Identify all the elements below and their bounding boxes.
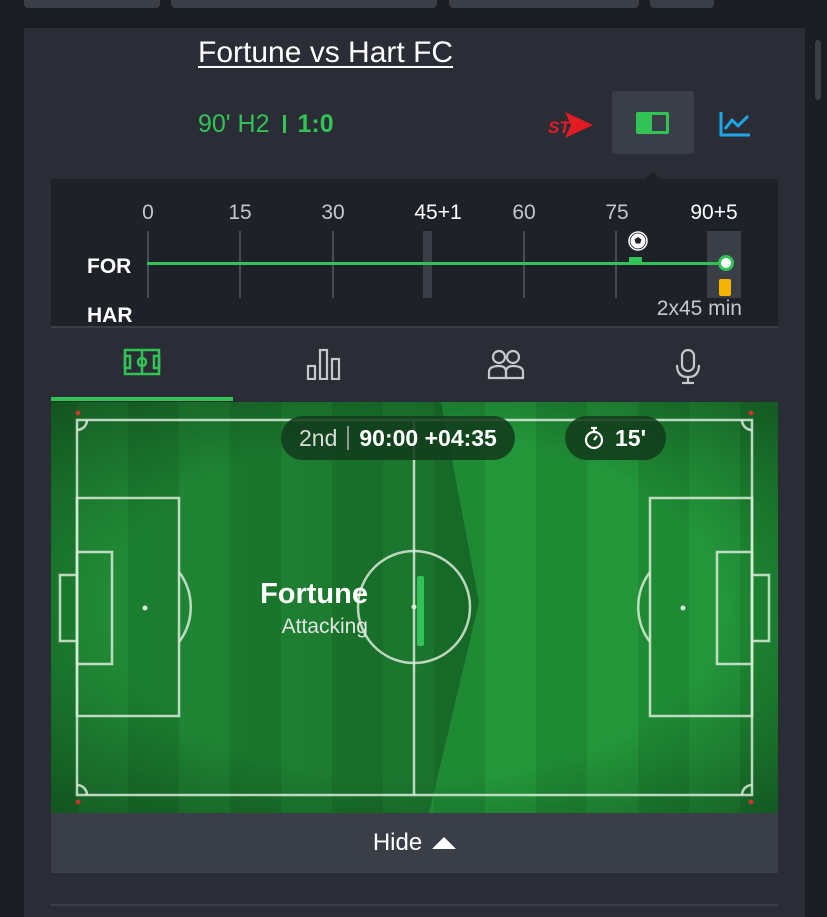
field-view-button[interactable] bbox=[612, 91, 694, 154]
top-tab-3[interactable] bbox=[449, 0, 639, 8]
added-time: 15' bbox=[615, 424, 647, 451]
tick-75: 75 bbox=[605, 201, 629, 224]
attack-status: Attacking bbox=[281, 615, 368, 638]
tab-commentary[interactable] bbox=[597, 328, 779, 401]
top-tab-4[interactable] bbox=[650, 0, 714, 8]
chevron-up-icon bbox=[432, 837, 457, 849]
line-chart-icon[interactable] bbox=[718, 110, 752, 138]
tick-90: 90+5 bbox=[690, 201, 738, 224]
match-duration: 2x45 min bbox=[656, 297, 742, 320]
attacking-team: Fortune bbox=[260, 578, 368, 610]
tab-pitch[interactable] bbox=[51, 328, 233, 401]
tick-45: 45+1 bbox=[414, 201, 462, 224]
soccer-ball-icon[interactable] bbox=[628, 231, 648, 251]
away-team-short: HAR bbox=[87, 304, 133, 327]
tab-lineups[interactable] bbox=[415, 328, 597, 401]
top-tab-1[interactable] bbox=[24, 0, 160, 8]
scrollbar[interactable] bbox=[815, 40, 821, 100]
microphone-icon bbox=[675, 348, 701, 385]
home-team-short: FOR bbox=[87, 255, 132, 278]
match-clock: 90:00 +04:35 bbox=[359, 424, 497, 451]
tick-0: 0 bbox=[142, 201, 154, 224]
yellow-card-marker[interactable] bbox=[719, 279, 731, 296]
added-time-pill: 15' bbox=[565, 416, 667, 460]
match-panel: Fortune vs Hart FC 90' H2 1:0 STV 0 15 30… bbox=[24, 28, 805, 917]
tick-15: 15 bbox=[228, 201, 252, 224]
match-status: 90' H2 1:0 bbox=[198, 110, 334, 139]
lineup-icon bbox=[487, 349, 525, 380]
pill-divider bbox=[347, 426, 350, 450]
match-title[interactable]: Fortune vs Hart FC bbox=[198, 36, 453, 70]
stopwatch-icon bbox=[584, 426, 604, 450]
view-tabs bbox=[51, 326, 778, 401]
match-timeline: 0 15 30 45+1 60 75 90+5 FOR HAR 2x45 min bbox=[51, 179, 778, 327]
attack-indicator bbox=[417, 576, 424, 646]
tick-30: 30 bbox=[321, 201, 345, 224]
stv-logo[interactable]: STV bbox=[547, 108, 595, 142]
match-score: 1:0 bbox=[297, 110, 334, 138]
match-clock-pill: 2nd 90:00 +04:35 bbox=[281, 416, 515, 460]
match-minute: 90' H2 bbox=[198, 110, 270, 138]
bar-chart-icon bbox=[306, 348, 341, 380]
tick-60: 60 bbox=[512, 201, 536, 224]
pitch-icon bbox=[123, 348, 161, 376]
hide-label: Hide bbox=[372, 829, 423, 856]
tab-statistics[interactable] bbox=[233, 328, 415, 401]
possession-info: Fortune Attacking bbox=[260, 578, 368, 639]
pitch-icon bbox=[636, 112, 669, 134]
top-tab-2[interactable] bbox=[171, 0, 437, 8]
divider bbox=[51, 904, 778, 906]
football-field bbox=[51, 402, 778, 813]
period-label: 2nd bbox=[299, 424, 338, 451]
hide-button[interactable]: Hide bbox=[51, 813, 778, 873]
current-time-dot bbox=[718, 255, 734, 271]
svg-text:STV: STV bbox=[548, 118, 583, 137]
separator bbox=[283, 115, 287, 133]
goal-marker bbox=[629, 257, 642, 263]
pitch-tracker: 2nd 90:00 +04:35 15' Fortune Attacking bbox=[51, 402, 778, 813]
